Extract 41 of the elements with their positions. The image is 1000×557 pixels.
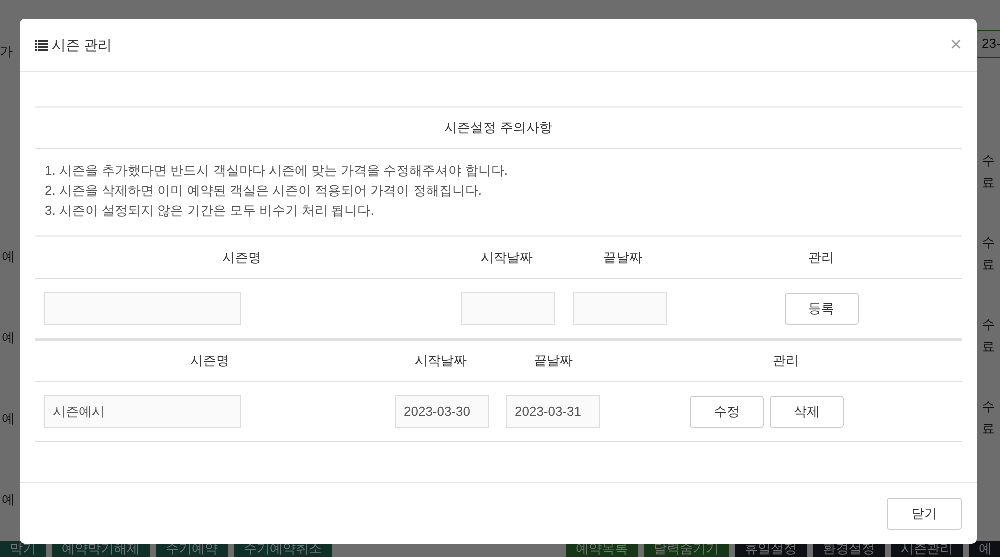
column-header: 시작날짜 [480, 248, 534, 267]
column-header: 끝날짜 [533, 352, 574, 370]
notice-text: 3. 시즌이 설정되지 않은 기간은 모두 비수기 처리 됩니다. [45, 202, 376, 220]
column-header: 시작날짜 [414, 352, 468, 370]
page-text: 수 [982, 234, 995, 252]
page-text: 료 [982, 174, 995, 192]
delete-button[interactable]: 삭제 [770, 396, 844, 428]
page-text: 료 [982, 338, 995, 356]
page-text: 예 [2, 248, 15, 266]
column-header: 시즌명 [222, 248, 262, 267]
toolbar-button[interactable]: 예 [969, 541, 1000, 557]
toolbar-button[interactable]: 막기 [0, 541, 46, 557]
page-text: 예 [2, 491, 15, 509]
page-text: 료 [982, 256, 995, 274]
column-header: 시즌명 [190, 352, 230, 370]
start-date-field[interactable]: 2023-03-30 [395, 395, 489, 428]
close-button[interactable]: × [950, 35, 962, 55]
page-text: 수 [982, 398, 995, 416]
season-name-field[interactable]: 시즌예시 [44, 395, 241, 428]
notice-heading: 시즌설정 주의사항 [444, 119, 552, 138]
notice-text: 1. 시즌을 추가했다면 반드시 객실마다 시즌에 맞는 가격을 수정해주셔야 합니다. [45, 162, 509, 180]
edit-button[interactable]: 수정 [690, 396, 764, 428]
register-button[interactable]: 등록 [784, 292, 858, 324]
column-header: 끝날짜 [602, 248, 644, 267]
date-field: 23- [976, 30, 1000, 58]
list-icon [35, 40, 48, 50]
close-dialog-button[interactable]: 닫기 [887, 498, 962, 530]
end-date-field[interactable] [573, 292, 667, 325]
dialog-title: 시즌 관리 [52, 36, 112, 54]
page-text: 예 [2, 329, 15, 347]
page-text: 수 [982, 316, 995, 334]
column-header: 관리 [772, 352, 800, 370]
season-name-field[interactable] [44, 292, 241, 325]
page-text: 수 [982, 152, 995, 170]
notice-text: 2. 시즌을 삭제하면 이미 예약된 객실은 시즌이 적용되어 가격이 정해집니다. [45, 182, 483, 200]
page-text: 료 [982, 420, 995, 438]
end-date-field[interactable]: 2023-03-31 [506, 395, 600, 428]
column-header: 관리 [808, 248, 836, 267]
page-text: 가 [0, 43, 13, 61]
page-text: 예 [2, 410, 15, 428]
start-date-field[interactable] [461, 292, 555, 325]
